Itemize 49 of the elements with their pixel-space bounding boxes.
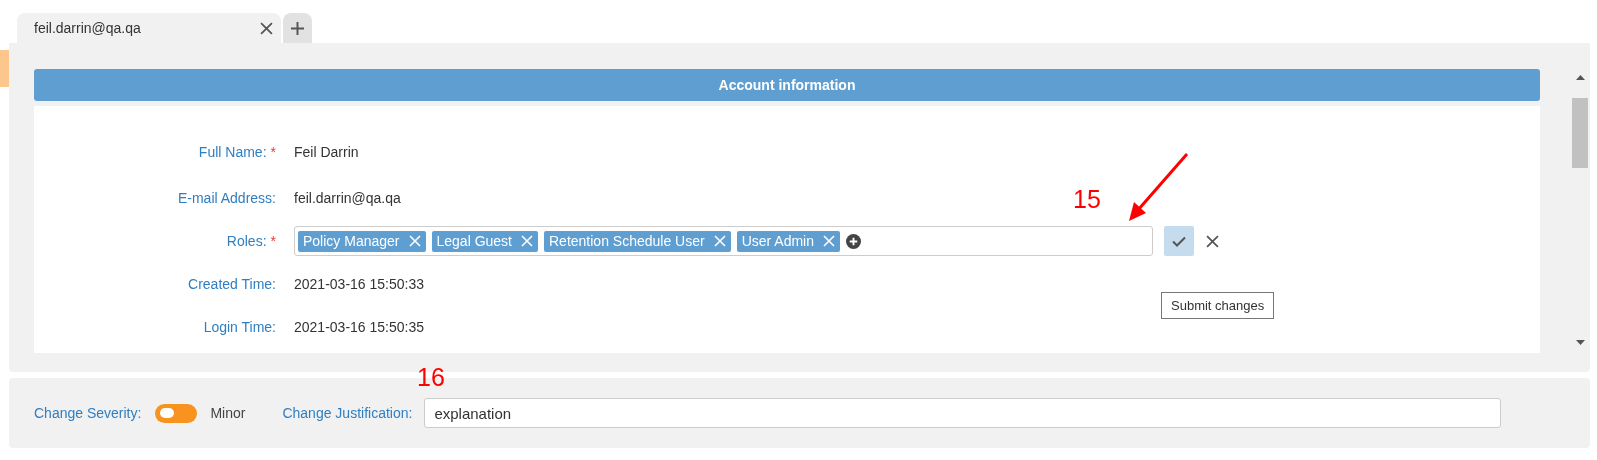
remove-icon bbox=[823, 235, 835, 247]
role-tag: Retention Schedule User bbox=[544, 230, 731, 252]
severity-toggle[interactable] bbox=[155, 403, 198, 423]
role-tag: User Admin bbox=[736, 230, 840, 252]
annotation-number: 15 bbox=[1073, 185, 1101, 214]
field-value: feil.darrin@qa.qa bbox=[294, 190, 401, 206]
scroll-thumb[interactable] bbox=[1572, 98, 1588, 168]
annotation-arrow bbox=[1126, 152, 1190, 224]
tooltip: Submit changes bbox=[1161, 292, 1275, 319]
remove-role-button[interactable] bbox=[408, 235, 421, 247]
plus-circle-icon bbox=[846, 233, 861, 249]
check-icon bbox=[1172, 235, 1186, 247]
scroll-down-icon bbox=[1575, 340, 1585, 345]
required-mark: * bbox=[270, 233, 276, 249]
plus-icon bbox=[291, 21, 304, 35]
required-mark: * bbox=[270, 144, 276, 160]
role-tag: Legal Guest bbox=[431, 230, 538, 252]
remove-role-button[interactable] bbox=[713, 235, 726, 247]
remove-icon bbox=[408, 235, 421, 247]
close-icon bbox=[260, 21, 273, 35]
justification-field[interactable]: explanation bbox=[424, 398, 1502, 428]
cancel-button[interactable] bbox=[1204, 233, 1220, 249]
remove-icon bbox=[521, 235, 533, 247]
close-icon bbox=[1205, 234, 1219, 248]
remove-icon bbox=[713, 235, 726, 247]
section-header: Account information bbox=[34, 69, 1540, 101]
scroll-up-icon bbox=[1575, 75, 1585, 80]
field-value: 2021-03-16 15:50:35 bbox=[294, 319, 424, 335]
field-label: E-mail Address: bbox=[177, 190, 276, 206]
severity-label: Change Severity: bbox=[34, 405, 142, 421]
tab-label: feil.darrin@qa.qa bbox=[34, 20, 141, 36]
severity-value: Minor bbox=[210, 405, 246, 421]
remove-role-button[interactable] bbox=[823, 235, 835, 247]
annotation-number: 16 bbox=[417, 363, 445, 392]
remove-role-button[interactable] bbox=[521, 235, 533, 247]
side-marker bbox=[0, 50, 9, 87]
field-label: Created Time: bbox=[188, 276, 276, 292]
field-label: Roles: bbox=[226, 233, 267, 249]
justification-label: Change Justification: bbox=[282, 405, 413, 421]
new-tab-button[interactable] bbox=[283, 13, 312, 43]
field-label: Login Time: bbox=[203, 319, 276, 335]
field-value: 2021-03-16 15:50:33 bbox=[294, 276, 424, 292]
close-tab-button[interactable] bbox=[260, 21, 273, 35]
add-role-button[interactable] bbox=[846, 233, 861, 249]
field-value: Feil Darrin bbox=[294, 144, 359, 160]
field-label: Full Name: bbox=[198, 144, 267, 160]
role-tag: Policy Manager bbox=[298, 230, 426, 252]
tab[interactable]: feil.darrin@qa.qa bbox=[17, 13, 281, 43]
submit-button[interactable] bbox=[1164, 226, 1194, 256]
